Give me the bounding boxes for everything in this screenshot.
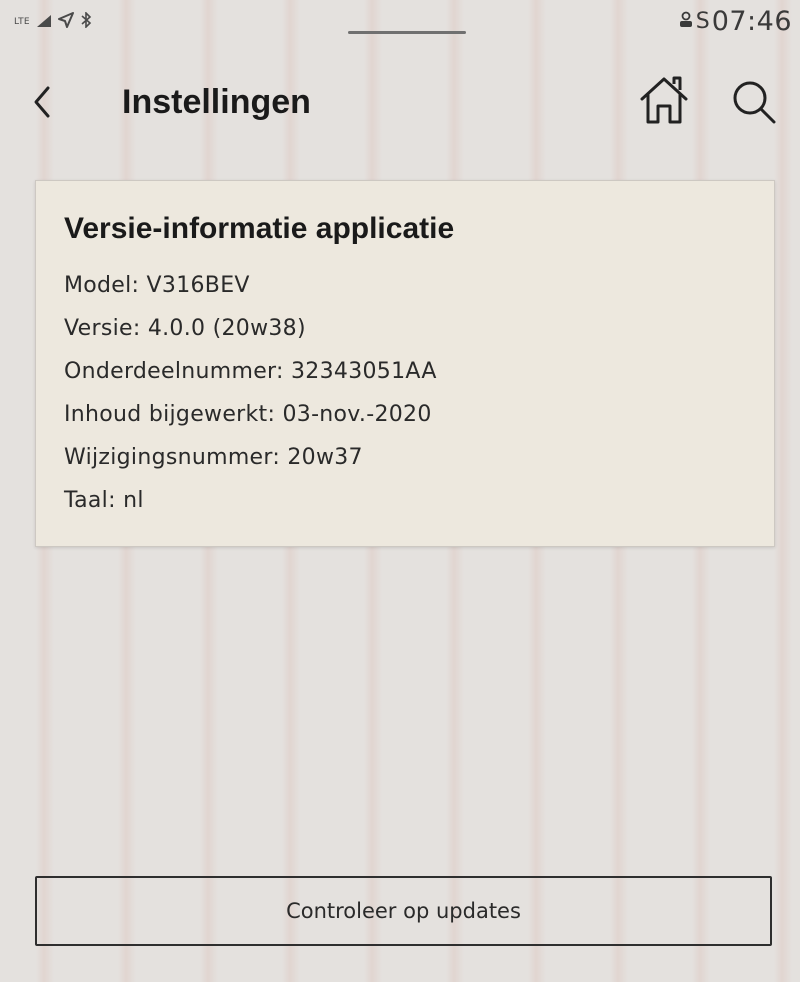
- app-header: Instellingen: [0, 60, 800, 150]
- version-info-list: Model: V316BEV Versie: 4.0.0 (20w38) Ond…: [64, 271, 437, 529]
- status-icons-left: LTE: [14, 11, 92, 32]
- search-icon: [728, 81, 780, 132]
- status-bar: LTE S 07:46: [0, 0, 800, 52]
- info-row-content-updated: Inhoud bijgewerkt: 03-nov.-2020: [64, 402, 432, 427]
- back-chevron-icon: [24, 86, 64, 128]
- version-info-card: Versie-informatie applicatie Model: V316…: [35, 180, 775, 547]
- check-updates-button[interactable]: Controleer op updates: [35, 876, 772, 946]
- bluetooth-icon: [80, 11, 92, 32]
- sync-indicator: S: [695, 8, 710, 34]
- location-icon: [57, 12, 74, 32]
- network-type-label: LTE: [14, 17, 30, 27]
- info-row-version: Versie: 4.0.0 (20w38): [64, 316, 306, 341]
- info-row-language: Taal: nl: [64, 488, 144, 513]
- info-row-model: Model: V316BEV: [64, 273, 250, 298]
- status-time: 07:46: [711, 6, 792, 37]
- back-button[interactable]: [24, 80, 64, 124]
- info-row-change-number: Wijzigingsnummer: 20w37: [64, 445, 363, 470]
- status-icons-right: S 07:46: [678, 8, 792, 35]
- notification-handle[interactable]: [348, 31, 466, 34]
- user-icon: [678, 11, 694, 33]
- home-icon: [636, 76, 692, 132]
- info-row-part-number: Onderdeelnummer: 32343051AA: [64, 359, 437, 384]
- signal-icon: [36, 13, 52, 32]
- home-button[interactable]: [636, 72, 692, 128]
- card-title: Versie-informatie applicatie: [64, 212, 455, 245]
- search-button[interactable]: [728, 76, 780, 128]
- page-title: Instellingen: [122, 83, 311, 121]
